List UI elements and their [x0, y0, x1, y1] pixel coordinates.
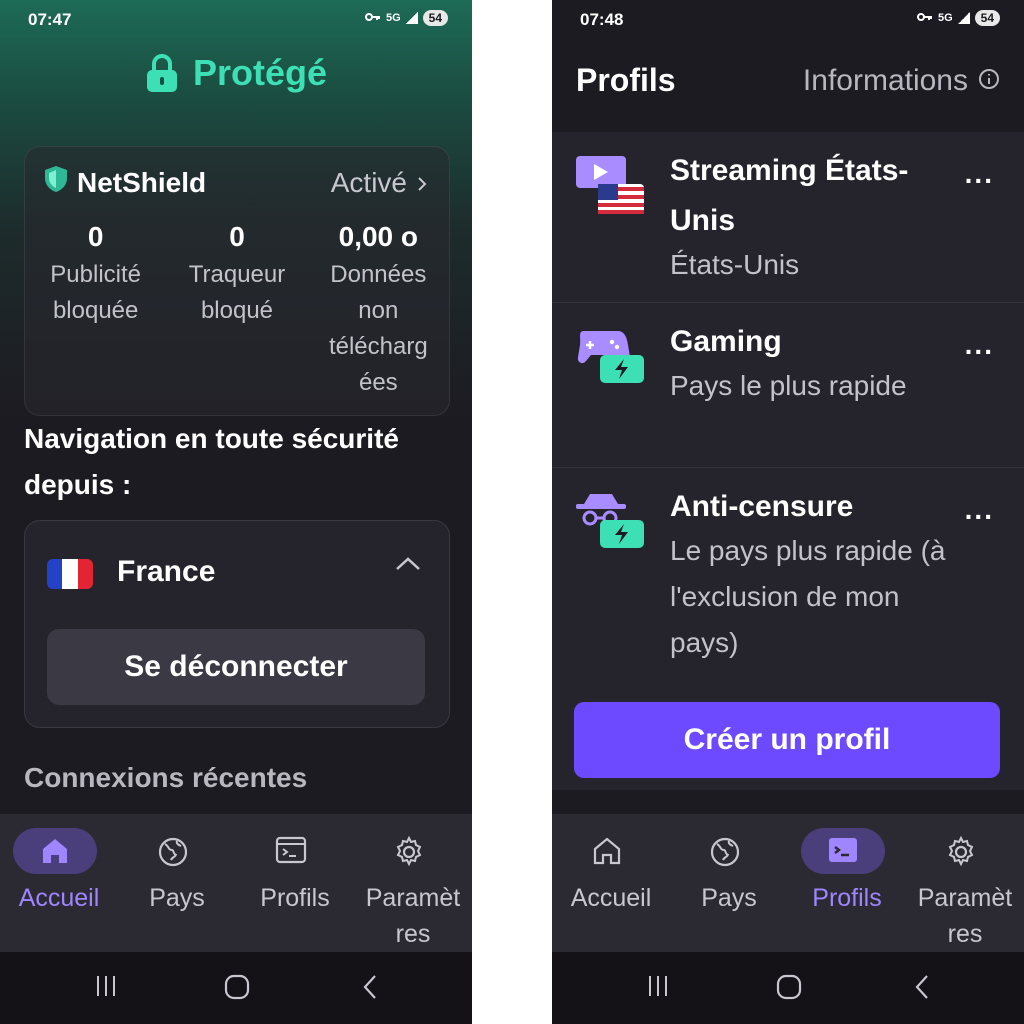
nav-home[interactable]: Accueil — [0, 814, 118, 952]
chevron-up-icon[interactable] — [395, 557, 421, 576]
nav-label: Profils — [260, 884, 330, 912]
profile-item-gaming[interactable]: Gaming Pays le plus rapide ... — [552, 303, 1024, 468]
stat-value: 0 — [229, 221, 245, 252]
home-icon — [591, 836, 623, 871]
stat-label: Données non télécharg ées — [328, 261, 428, 396]
back-icon[interactable] — [362, 974, 378, 1005]
nav-label: Pays — [701, 884, 757, 912]
profile-list: Streaming États-Unis États-Unis ... Gami… — [552, 132, 1024, 792]
status-bar: 07:48 5G 54 — [580, 10, 1000, 34]
nav-label: Paramèt res — [917, 884, 1013, 948]
stat-ads: 0 Publicité bloquée — [25, 221, 166, 401]
info-link[interactable]: Informations — [803, 64, 1000, 98]
netshield-card[interactable]: NetShield Activé 0 Publicité bloquée 0 Tr… — [24, 146, 450, 416]
status-bar: 07:47 5G 54 — [28, 10, 448, 34]
streaming-icon — [574, 154, 648, 221]
terminal-icon — [827, 836, 859, 869]
profile-subtitle: Le pays plus rapide (à l'exclusion de mo… — [670, 535, 946, 658]
stat-value: 0 — [87, 221, 104, 252]
globe-icon — [709, 836, 741, 873]
nav-settings[interactable]: Paramèt res — [906, 814, 1024, 952]
vpn-key-icon — [916, 12, 933, 25]
connection-status: Protégé — [0, 52, 472, 98]
country-name: France — [117, 555, 216, 588]
nav-label: Pays — [149, 884, 205, 912]
network-label: 5G — [937, 12, 953, 24]
bottom-nav: Accueil Pays Profils Paramèt res — [0, 814, 472, 952]
list-footer-gap — [552, 790, 1024, 814]
nav-home[interactable]: Accueil — [552, 814, 670, 952]
signal-icon — [957, 12, 970, 24]
anti-censorship-icon — [574, 490, 648, 557]
profiles-screen: 07:48 5G 54 Profils Informations Streami… — [552, 0, 1024, 1024]
create-profile-button[interactable]: Créer un profil — [574, 702, 1000, 778]
gear-icon — [393, 835, 425, 873]
profile-subtitle: Pays le plus rapide — [670, 370, 907, 401]
home-icon — [39, 836, 71, 871]
nav-countries[interactable]: Pays — [118, 814, 236, 952]
signal-icon — [405, 12, 418, 24]
netshield-status[interactable]: Activé — [331, 167, 427, 199]
info-icon — [978, 64, 1000, 98]
nav-settings[interactable]: Paramèt res — [354, 814, 472, 952]
stat-trackers: 0 Traqueur bloqué — [166, 221, 307, 401]
system-nav-bar — [0, 952, 472, 1024]
stat-label: Traqueur bloqué — [188, 261, 286, 324]
globe-icon — [157, 836, 189, 873]
stat-label: Publicité bloquée — [50, 261, 142, 324]
home-circle-icon[interactable] — [224, 974, 250, 1005]
browsing-since-label: Navigation en toute sécurité depuis : — [24, 423, 399, 500]
netshield-stats: 0 Publicité bloquée 0 Traqueur bloqué 0,00… — [25, 221, 449, 401]
nav-label: Accueil — [18, 884, 100, 912]
system-nav-bar — [552, 952, 1024, 1024]
netshield-status-label: Activé — [330, 167, 407, 198]
nav-label: Profils — [812, 884, 882, 912]
more-options-icon[interactable]: ... — [965, 329, 994, 361]
battery-level: 54 — [422, 10, 448, 26]
terminal-icon — [275, 836, 307, 869]
shield-icon — [43, 165, 69, 200]
profile-name: Streaming États-Unis — [670, 154, 909, 237]
status-time: 07:48 — [580, 10, 624, 29]
profile-name: Gaming — [670, 325, 782, 358]
country-card: France Se déconnecter — [24, 520, 450, 728]
nav-label: Accueil — [570, 884, 652, 912]
nav-profiles[interactable]: Profils — [788, 814, 906, 952]
lock-icon — [145, 53, 179, 93]
more-options-icon[interactable]: ... — [965, 494, 994, 526]
france-flag-icon — [47, 559, 93, 589]
vpn-key-icon — [364, 12, 381, 25]
stat-value: 0,00 o — [338, 221, 419, 252]
profile-subtitle: États-Unis — [670, 249, 800, 280]
bottom-nav: Accueil Pays Profils Paramèt res — [552, 814, 1024, 952]
status-time: 07:47 — [28, 10, 72, 29]
network-label: 5G — [385, 12, 401, 24]
netshield-name: NetShield — [77, 166, 207, 198]
nav-profiles[interactable]: Profils — [236, 814, 354, 952]
netshield-header: NetShield — [43, 165, 206, 200]
page-title: Profils — [576, 62, 676, 98]
more-options-icon[interactable]: ... — [965, 158, 994, 190]
info-label: Informations — [802, 64, 968, 97]
status-icons: 5G 54 — [916, 10, 1000, 26]
nav-countries[interactable]: Pays — [670, 814, 788, 952]
back-icon[interactable] — [914, 974, 930, 1005]
profile-name: Anti-censure — [670, 490, 854, 523]
disconnect-button[interactable]: Se déconnecter — [47, 629, 425, 705]
recent-apps-icon[interactable] — [646, 974, 670, 1003]
recent-connections-label: Connexions récentes — [24, 762, 308, 793]
gaming-icon — [574, 325, 648, 392]
stat-data: 0,00 o Données non télécharg ées — [308, 221, 449, 401]
nav-label: Paramèt res — [365, 884, 461, 948]
home-screen: 07:47 5G 54 Protégé NetShield Activé 0 P… — [0, 0, 472, 1024]
chevron-right-icon — [417, 167, 427, 199]
recent-apps-icon[interactable] — [94, 974, 118, 1003]
battery-level: 54 — [974, 10, 1000, 26]
status-icons: 5G 54 — [364, 10, 448, 26]
profile-item-streaming[interactable]: Streaming États-Unis États-Unis ... — [552, 132, 1024, 303]
gear-icon — [945, 835, 977, 873]
protected-title: Protégé — [192, 52, 328, 93]
home-circle-icon[interactable] — [776, 974, 802, 1005]
